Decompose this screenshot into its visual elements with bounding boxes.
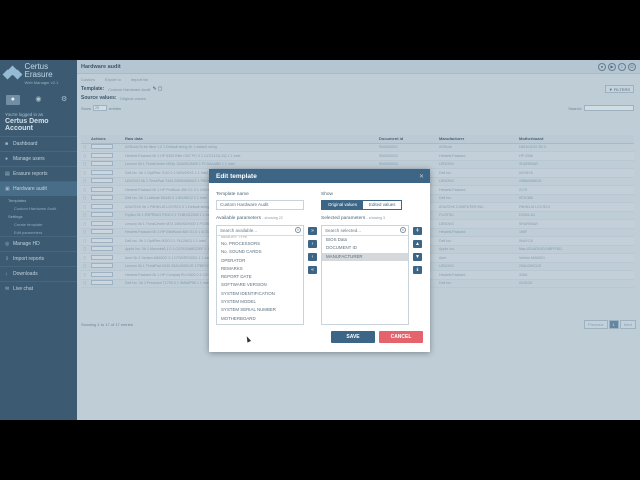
- available-search-placeholder: Search available...: [220, 228, 258, 233]
- edited-values-toggle[interactable]: Edited values: [363, 201, 402, 209]
- available-params-list: Search available... ✕ MEMORY TYPE No. PRO…: [216, 225, 304, 325]
- move-all-right-icon[interactable]: »: [308, 227, 317, 235]
- edit-template-dialog: Edit template ✕ Template name Custom Har…: [209, 169, 430, 352]
- save-button[interactable]: SAVE: [331, 331, 375, 343]
- list-item[interactable]: DOCUMENT ID: [322, 244, 408, 252]
- available-search-input[interactable]: Search available... ✕: [217, 226, 303, 236]
- list-item[interactable]: OPERATOR: [217, 257, 303, 265]
- list-item[interactable]: MOTHERBOARD: [217, 315, 303, 323]
- list-item[interactable]: SYSTEM MODEL: [217, 298, 303, 306]
- selected-params-title: Selected parameters: [321, 216, 366, 221]
- list-item[interactable]: No. PROCESSORS: [217, 240, 303, 248]
- list-item[interactable]: BIOS Data: [322, 236, 408, 244]
- selected-count: - showing 3: [366, 216, 385, 220]
- selected-params-list: Search selected... ✕ BIOS Data DOCUMENT ID…: [321, 225, 409, 325]
- list-item[interactable]: REMARKS: [217, 265, 303, 273]
- template-name-label: Template name: [216, 192, 249, 197]
- dialog-header: Edit template ✕: [209, 169, 430, 183]
- dialog-title: Edit template: [216, 172, 257, 180]
- move-to-top-icon[interactable]: ↟: [413, 227, 422, 235]
- show-values-label: Show: [321, 192, 333, 197]
- app-window: Certus Erasure Web Manager v2.1 ● ◉ ⚙ Yo…: [0, 60, 640, 420]
- original-values-toggle[interactable]: Original values: [322, 201, 364, 209]
- list-item[interactable]: SYSTEM SERIAL NUMBER: [217, 306, 303, 314]
- selected-search-placeholder: Search selected...: [325, 228, 362, 233]
- list-item[interactable]: SYSTEM IDENTIFICATION: [217, 290, 303, 298]
- available-params-title: Available parameters: [216, 216, 261, 221]
- clear-search-icon[interactable]: ✕: [400, 227, 406, 233]
- move-up-icon[interactable]: ▲: [413, 240, 422, 248]
- list-item[interactable]: SOFTWARE VERSION: [217, 281, 303, 289]
- move-to-bottom-icon[interactable]: ↡: [413, 266, 422, 274]
- cancel-button[interactable]: CANCEL: [379, 331, 423, 343]
- list-item[interactable]: REPORT DATE: [217, 273, 303, 281]
- list-item[interactable]: MANUFACTURER: [322, 252, 408, 261]
- selected-search-input[interactable]: Search selected... ✕: [322, 226, 408, 236]
- move-left-icon[interactable]: ‹: [308, 253, 317, 261]
- values-toggle: Original values Edited values: [321, 200, 403, 210]
- close-icon[interactable]: ✕: [419, 173, 424, 180]
- available-count: - showing 22: [262, 216, 283, 220]
- list-item[interactable]: No. SOUND CARDS: [217, 248, 303, 256]
- selected-params-label: Selected parameters - showing 3: [321, 216, 385, 221]
- template-name-input[interactable]: Custom Hardware Audit: [216, 200, 304, 210]
- move-down-icon[interactable]: ▼: [413, 253, 422, 261]
- clear-search-icon[interactable]: ✕: [295, 227, 301, 233]
- move-all-left-icon[interactable]: «: [308, 266, 317, 274]
- move-right-icon[interactable]: ›: [308, 240, 317, 248]
- available-params-label: Available parameters - showing 22: [216, 216, 283, 221]
